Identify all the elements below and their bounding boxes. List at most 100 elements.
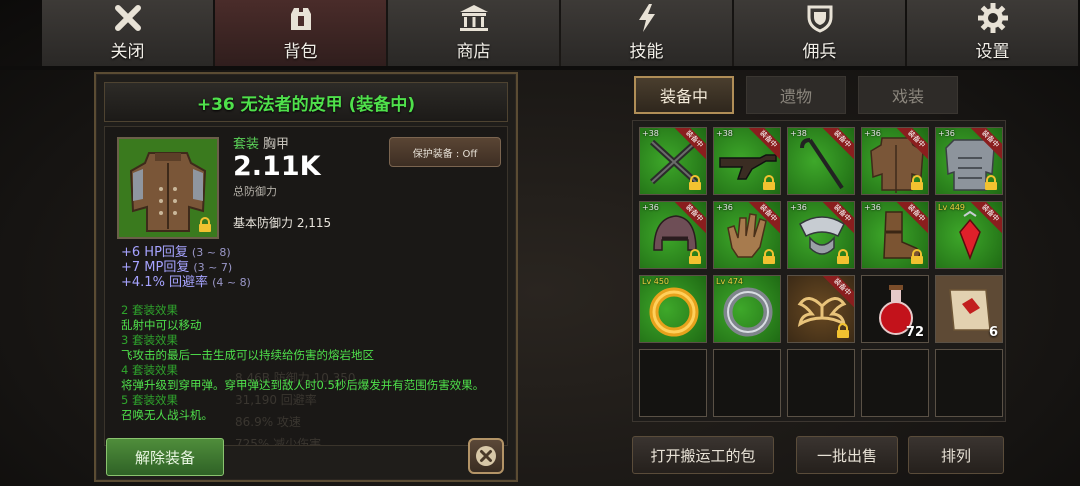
tab-shop[interactable]: 商店 bbox=[388, 0, 559, 68]
lock-icon bbox=[985, 175, 997, 190]
set-label: 套装 bbox=[233, 137, 260, 152]
set-effect-text: 将弹升级到穿甲弹。穿甲弹达到敌人时0.5秒后爆发并有范围伤害效果。 bbox=[121, 378, 485, 392]
inventory-slot[interactable]: +36 装备中 bbox=[861, 127, 929, 195]
lock-icon bbox=[689, 175, 701, 190]
inventory-slot-empty[interactable] bbox=[787, 349, 855, 417]
set-effect-heading: 5 套装效果 bbox=[121, 393, 178, 407]
enhance-level: +36 bbox=[790, 203, 807, 212]
inventory-grid: +38 装备中 +38 装备中 +38 装备中 +36 装备中 +36 装备中 +36 装备中 +36 装… bbox=[632, 120, 1006, 422]
sort-button[interactable]: 排列 bbox=[908, 436, 1004, 474]
tab-costumes[interactable]: 戏装 bbox=[858, 76, 958, 114]
inventory-slot[interactable]: +36 装备中 bbox=[639, 201, 707, 269]
lock-icon bbox=[763, 175, 775, 190]
lock-icon bbox=[837, 323, 849, 338]
lock-icon bbox=[837, 249, 849, 264]
close-icon bbox=[476, 446, 496, 466]
item-title: +36 无法者的皮甲 (装备中) bbox=[196, 94, 416, 115]
stat-line: +4.1% 回避率 (4 ~ 8) bbox=[121, 275, 251, 290]
inventory-slot-empty[interactable] bbox=[861, 349, 929, 417]
lock-icon bbox=[911, 175, 923, 190]
inventory-slot-empty[interactable] bbox=[713, 349, 781, 417]
lock-icon bbox=[911, 249, 923, 264]
lock-icon bbox=[689, 249, 701, 264]
stat-range: (4 ~ 8) bbox=[212, 276, 251, 289]
slot-label: 胸甲 bbox=[263, 137, 290, 152]
total-defense-value: 2.11K bbox=[233, 151, 321, 182]
tab-backpack-label: 背包 bbox=[283, 42, 318, 62]
ghost-line: 725% 减少伤害 bbox=[235, 437, 322, 446]
stat-range: (3 ~ 7) bbox=[193, 261, 233, 274]
inventory-slot[interactable]: Lv 449 装备中 bbox=[935, 201, 1003, 269]
total-defense-label: 总防御力 bbox=[233, 185, 277, 198]
inventory-slot[interactable]: 72 bbox=[861, 275, 929, 343]
inventory-slot[interactable]: +38 装备中 bbox=[639, 127, 707, 195]
stat-text: +4.1% 回避率 bbox=[121, 275, 209, 290]
item-quantity: 72 bbox=[905, 325, 924, 340]
tab-mercenary[interactable]: 佣兵 bbox=[734, 0, 905, 68]
enhance-level: +38 bbox=[642, 129, 659, 138]
enhance-level: +36 bbox=[642, 203, 659, 212]
item-set-line: 套装 胸甲 bbox=[233, 133, 289, 152]
inventory-slot[interactable]: Lv 450 bbox=[639, 275, 707, 343]
protect-equipment-button[interactable]: 保护装备 : Off bbox=[389, 137, 501, 167]
inventory-slot[interactable]: +36 装备中 bbox=[861, 201, 929, 269]
inventory-slot-empty[interactable] bbox=[639, 349, 707, 417]
set-effect-text: 乱射中可以移动 bbox=[121, 318, 202, 332]
nav-divider bbox=[0, 66, 1080, 70]
item-card: 8.46B 防御力 10,350 31,190 回避率 86.9% 攻速 725… bbox=[104, 126, 508, 446]
tab-equipped[interactable]: 装备中 bbox=[634, 76, 734, 114]
unequip-button[interactable]: 解除装备 bbox=[106, 438, 224, 476]
item-level: Lv 449 bbox=[938, 203, 966, 212]
shop-icon bbox=[457, 1, 491, 35]
tab-backpack[interactable]: 背包 bbox=[215, 0, 386, 68]
set-effect-text: 飞攻击的最后一击生成可以持续给伤害的熔岩地区 bbox=[121, 348, 374, 362]
inventory-slot[interactable]: 装备中 bbox=[787, 275, 855, 343]
tab-close-label: 关闭 bbox=[110, 42, 145, 62]
tab-settings[interactable]: 设置 bbox=[907, 0, 1078, 68]
gold-ring-icon bbox=[649, 287, 699, 337]
set-effect-heading: 4 套装效果 bbox=[121, 363, 178, 377]
item-portrait bbox=[117, 137, 219, 239]
stat-text: +6 HP回复 bbox=[121, 245, 188, 260]
item-stats: +6 HP回复 (3 ~ 8) +7 MP回复 (3 ~ 7) +4.1% 回避率(… bbox=[121, 245, 251, 290]
inventory-slot[interactable]: +36 装备中 bbox=[787, 201, 855, 269]
tab-settings-label: 设置 bbox=[975, 42, 1010, 62]
item-level: Lv 450 bbox=[642, 277, 670, 286]
stat-text: +7 MP回复 bbox=[121, 260, 190, 275]
tab-shop-label: 商店 bbox=[456, 42, 491, 62]
inventory-slot[interactable]: Lv 474 bbox=[713, 275, 781, 343]
lock-icon bbox=[199, 217, 211, 232]
lock-icon bbox=[763, 249, 775, 264]
inventory-slot[interactable]: +38 装备中 bbox=[713, 127, 781, 195]
item-detail-panel: +36 无法者的皮甲 (装备中) 8.46B 防御力 10,350 31,190… bbox=[94, 72, 518, 482]
item-level: Lv 474 bbox=[716, 277, 744, 286]
stat-line: +6 HP回复 (3 ~ 8) bbox=[121, 245, 251, 260]
backpack-icon bbox=[284, 1, 318, 35]
silver-ring-icon bbox=[723, 287, 773, 337]
stat-range: (3 ~ 8) bbox=[191, 246, 231, 259]
bulk-sell-button[interactable]: 一批出售 bbox=[796, 436, 898, 474]
gear-icon bbox=[976, 1, 1010, 35]
enhance-level: +36 bbox=[938, 129, 955, 138]
close-icon bbox=[111, 1, 145, 35]
tab-relics[interactable]: 遗物 bbox=[746, 76, 846, 114]
inventory-slot[interactable]: +38 装备中 bbox=[787, 127, 855, 195]
set-effect-text: 召唤无人战斗机。 bbox=[121, 408, 213, 422]
close-detail-button[interactable] bbox=[468, 438, 504, 474]
stat-line: +7 MP回复 (3 ~ 7) bbox=[121, 260, 251, 275]
inventory-slot[interactable]: +36 装备中 bbox=[713, 201, 781, 269]
tab-close[interactable]: 关闭 bbox=[42, 0, 213, 68]
base-defense: 基本防御力 2,115 bbox=[233, 216, 332, 230]
open-porter-bag-button[interactable]: 打开搬运工的包 bbox=[632, 436, 774, 474]
shield-icon bbox=[803, 1, 837, 35]
tab-skills[interactable]: 技能 bbox=[561, 0, 732, 68]
enhance-level: +38 bbox=[716, 129, 733, 138]
top-navigation: 关闭 背包 商店 技能 佣兵 设置 bbox=[42, 0, 1080, 68]
inventory-slot-empty[interactable] bbox=[935, 349, 1003, 417]
inventory-tabs: 装备中 遗物 戏装 bbox=[634, 76, 958, 114]
inventory-slot[interactable]: +36 装备中 bbox=[935, 127, 1003, 195]
set-effects: 2 套装效果 乱射中可以移动 3 套装效果 飞攻击的最后一击生成可以持续给伤害的… bbox=[121, 303, 506, 423]
item-title-bar: +36 无法者的皮甲 (装备中) bbox=[104, 82, 508, 122]
inventory-slot[interactable]: 6 bbox=[935, 275, 1003, 343]
tab-mercenary-label: 佣兵 bbox=[802, 42, 837, 62]
